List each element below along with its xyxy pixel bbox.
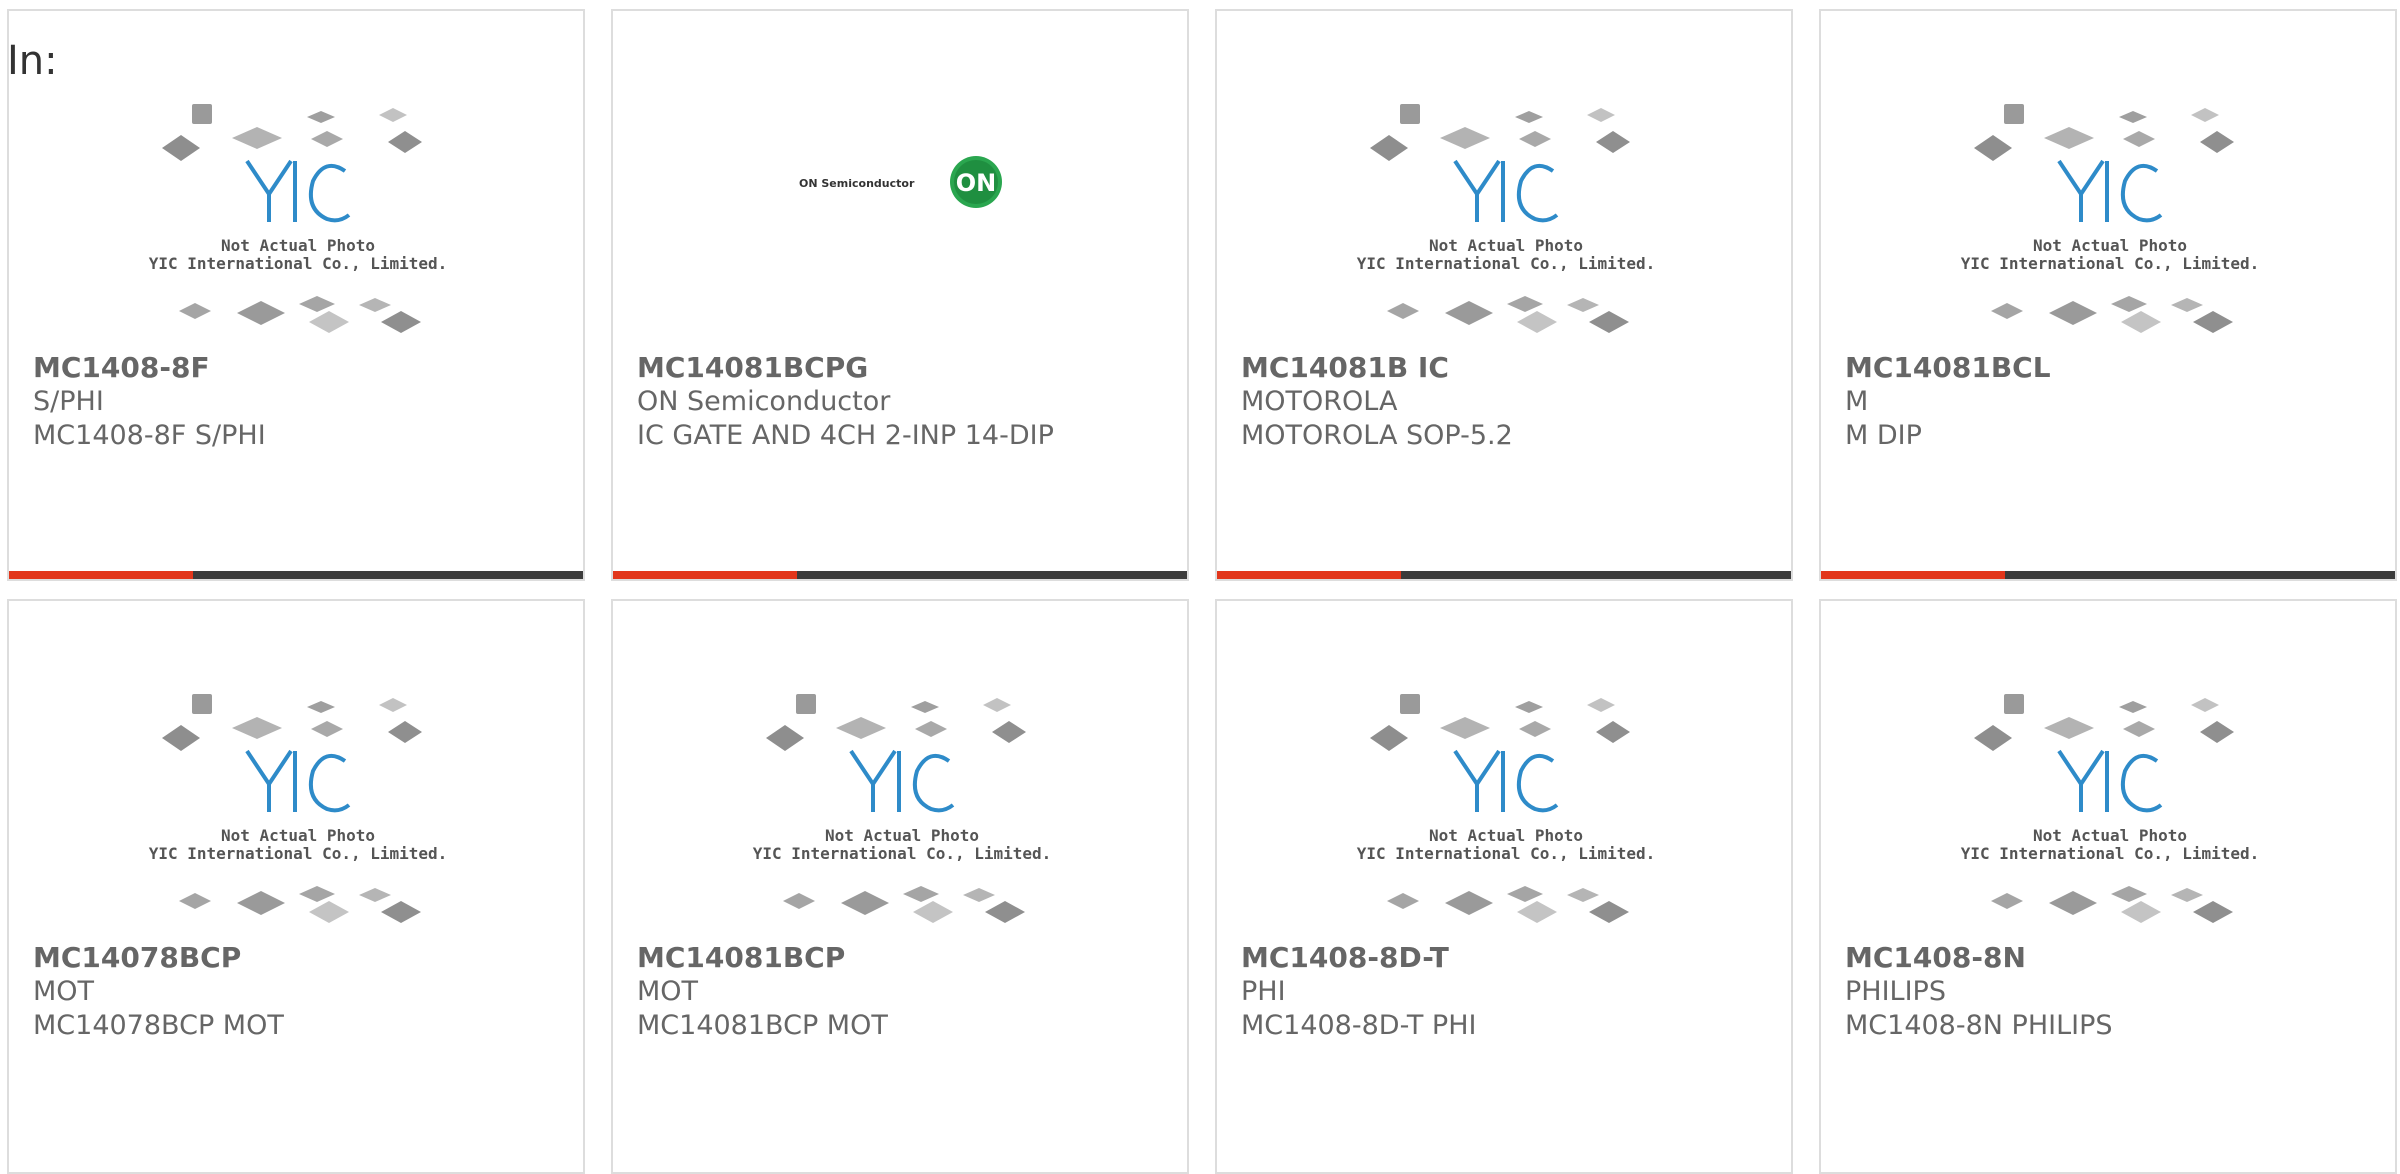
part-number[interactable]: MC1408-8D-T [1241, 941, 1781, 975]
product-image[interactable]: Not Actual Photo YIC International Co., … [1821, 601, 2395, 931]
hover-bar [1217, 571, 1791, 579]
description: MC1408-8D-T PHI [1241, 1010, 1477, 1041]
hover-bar [9, 571, 583, 579]
description: MC1408-8N PHILIPS [1845, 1010, 2113, 1041]
svg-text:YIC International Co., Limited: YIC International Co., Limited. [1357, 844, 1656, 863]
svg-text:YIC International Co., Limited: YIC International Co., Limited. [1961, 844, 2260, 863]
hover-bar-accent [613, 571, 797, 579]
svg-text:Not Actual Photo: Not Actual Photo [2033, 826, 2187, 845]
product-image[interactable]: Not Actual Photo YIC International Co., … [613, 601, 1187, 931]
product-card[interactable]: ON Semiconductor ON MC14081BCPG ON Semic… [611, 9, 1189, 581]
product-card[interactable]: Not Actual Photo YIC International Co., … [1819, 599, 2397, 1174]
svg-text:Not Actual Photo: Not Actual Photo [825, 826, 979, 845]
product-info: MC14081BCP MOT MC14081BCP MOT [637, 941, 1177, 1043]
description: MC1408-8F S/PHI [33, 420, 266, 451]
part-number[interactable]: MC1408-8F [33, 351, 573, 385]
part-number[interactable]: MC14081B IC [1241, 351, 1781, 385]
part-number[interactable]: MC14081BCL [1845, 351, 2385, 385]
description: M DIP [1845, 420, 1922, 451]
svg-text:Not Actual Photo: Not Actual Photo [221, 236, 375, 255]
hover-bar [1821, 571, 2395, 579]
manufacturer: S/PHI [33, 386, 104, 417]
hover-bar-accent [1217, 571, 1401, 579]
product-image[interactable]: Not Actual Photo YIC International Co., … [1217, 11, 1791, 341]
manufacturer: MOTOROLA [1241, 386, 1398, 417]
product-image[interactable]: Not Actual Photo YIC International Co., … [9, 601, 583, 931]
hover-bar-accent [1821, 571, 2005, 579]
description: MC14078BCP MOT [33, 1010, 284, 1041]
product-card[interactable]: Not Actual Photo YIC International Co., … [1215, 599, 1793, 1174]
product-card[interactable]: Not Actual Photo YIC International Co., … [7, 9, 585, 581]
part-number[interactable]: MC1408-8N [1845, 941, 2385, 975]
svg-text:YIC International Co., Limited: YIC International Co., Limited. [1357, 254, 1656, 273]
product-image[interactable]: Not Actual Photo YIC International Co., … [9, 11, 583, 341]
part-number[interactable]: MC14081BCP [637, 941, 1177, 975]
svg-text:Not Actual Photo: Not Actual Photo [1429, 236, 1583, 255]
svg-text:YIC International Co., Limited: YIC International Co., Limited. [149, 844, 448, 863]
product-info: MC1408-8D-T PHI MC1408-8D-T PHI [1241, 941, 1781, 1043]
product-info: MC14081B IC MOTOROLA MOTOROLA SOP-5.2 [1241, 351, 1781, 453]
product-info: MC1408-8N PHILIPS MC1408-8N PHILIPS [1845, 941, 2385, 1043]
product-info: MC14078BCP MOT MC14078BCP MOT [33, 941, 573, 1043]
product-image[interactable]: ON Semiconductor ON [613, 11, 1187, 341]
manufacturer: ON Semiconductor [637, 386, 891, 417]
manufacturer: PHILIPS [1845, 976, 1946, 1007]
hover-bar [613, 571, 1187, 579]
svg-text:Not Actual Photo: Not Actual Photo [221, 826, 375, 845]
svg-text:Not Actual Photo: Not Actual Photo [1429, 826, 1583, 845]
filter-label: In: [7, 38, 58, 84]
part-number[interactable]: MC14078BCP [33, 941, 573, 975]
svg-text:ON: ON [956, 169, 997, 197]
product-info: MC14081BCPG ON Semiconductor IC GATE AND… [637, 351, 1177, 453]
description: MOTOROLA SOP-5.2 [1241, 420, 1513, 451]
hover-bar-accent [9, 571, 193, 579]
product-card[interactable]: Not Actual Photo YIC International Co., … [611, 599, 1189, 1174]
product-image[interactable]: Not Actual Photo YIC International Co., … [1821, 11, 2395, 341]
svg-text:YIC International Co., Limited: YIC International Co., Limited. [1961, 254, 2260, 273]
manufacturer: M [1845, 386, 1869, 417]
manufacturer: MOT [33, 976, 95, 1007]
svg-text:YIC International Co., Limited: YIC International Co., Limited. [753, 844, 1052, 863]
description: MC14081BCP MOT [637, 1010, 888, 1041]
product-card[interactable]: Not Actual Photo YIC International Co., … [7, 599, 585, 1174]
product-image[interactable]: Not Actual Photo YIC International Co., … [1217, 601, 1791, 931]
product-card[interactable]: Not Actual Photo YIC International Co., … [1819, 9, 2397, 581]
part-number[interactable]: MC14081BCPG [637, 351, 1177, 385]
description: IC GATE AND 4CH 2-INP 14-DIP [637, 420, 1054, 451]
manufacturer: PHI [1241, 976, 1286, 1007]
svg-text:Not Actual Photo: Not Actual Photo [2033, 236, 2187, 255]
product-info: MC1408-8F S/PHI MC1408-8F S/PHI [33, 351, 573, 453]
svg-text:YIC International Co., Limited: YIC International Co., Limited. [149, 254, 448, 273]
svg-text:ON Semiconductor: ON Semiconductor [799, 177, 915, 190]
manufacturer: MOT [637, 976, 699, 1007]
product-info: MC14081BCL M M DIP [1845, 351, 2385, 453]
product-card[interactable]: Not Actual Photo YIC International Co., … [1215, 9, 1793, 581]
